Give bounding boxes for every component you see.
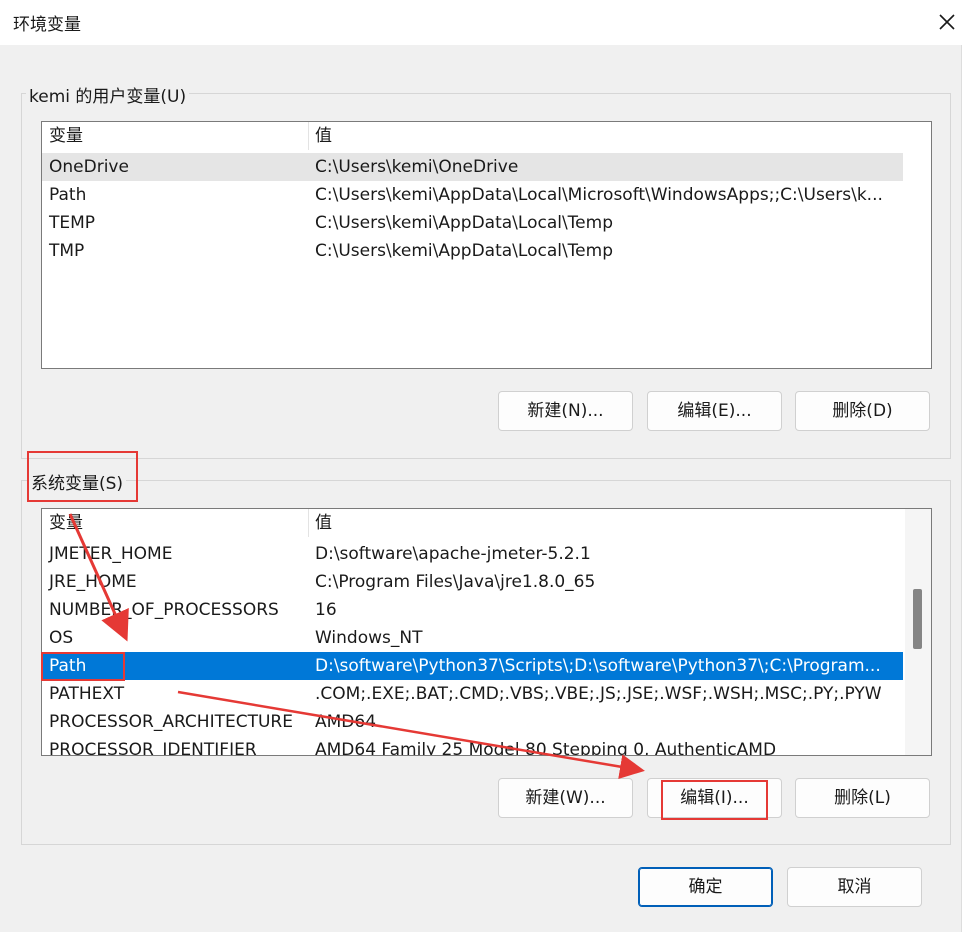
user-edit-button[interactable]: 编辑(E)... xyxy=(647,391,782,431)
user-delete-button[interactable]: 删除(D) xyxy=(795,391,930,431)
var-name: OS xyxy=(49,628,74,648)
title-bar: 环境变量 xyxy=(0,0,972,45)
table-row[interactable]: NUMBER_OF_PROCESSORS 16 xyxy=(42,596,903,624)
user-vars-group-label: kemi 的用户变量(U) xyxy=(26,82,190,107)
column-separator[interactable] xyxy=(308,122,309,150)
var-value: C:\Users\kemi\AppData\Local\Temp xyxy=(315,213,613,233)
table-row[interactable]: PROCESSOR_ARCHITECTURE AMD64 xyxy=(42,708,903,736)
user-vars-list-header: 变量 值 xyxy=(42,122,903,150)
var-value: 16 xyxy=(315,600,337,620)
ok-button[interactable]: 确定 xyxy=(638,867,773,907)
column-header-variable[interactable]: 变量 xyxy=(49,509,83,537)
table-row[interactable]: PATHEXT .COM;.EXE;.BAT;.CMD;.VBS;.VBE;.J… xyxy=(42,680,903,708)
system-vars-list-header: 变量 值 xyxy=(42,509,903,537)
window-edge xyxy=(961,45,972,932)
column-separator[interactable] xyxy=(308,509,309,537)
table-row[interactable]: Path C:\Users\kemi\AppData\Local\Microso… xyxy=(42,181,903,209)
system-vars-list[interactable]: 变量 值 JMETER_HOME D:\software\apache-jmet… xyxy=(41,508,932,756)
var-value: .COM;.EXE;.BAT;.CMD;.VBS;.VBE;.JS;.JSE;.… xyxy=(315,684,882,704)
var-value: C:\Users\kemi\AppData\Local\Microsoft\Wi… xyxy=(315,185,883,205)
table-row[interactable]: OS Windows_NT xyxy=(42,624,903,652)
close-button[interactable] xyxy=(934,9,960,35)
column-header-variable[interactable]: 变量 xyxy=(49,122,83,150)
system-vars-group-label: 系统变量(S) xyxy=(28,469,127,494)
table-row[interactable]: JRE_HOME C:\Program Files\Java\jre1.8.0_… xyxy=(42,568,903,596)
table-row[interactable]: OneDrive C:\Users\kemi\OneDrive xyxy=(42,153,903,181)
system-new-button[interactable]: 新建(W)... xyxy=(498,778,633,818)
var-name: JMETER_HOME xyxy=(49,544,173,564)
scrollbar-thumb[interactable] xyxy=(913,589,922,649)
var-name: TEMP xyxy=(49,213,96,233)
table-row[interactable]: TEMP C:\Users\kemi\AppData\Local\Temp xyxy=(42,209,903,237)
table-row[interactable]: PROCESSOR_IDENTIFIER AMD64 Family 25 Mod… xyxy=(42,736,903,756)
column-header-value[interactable]: 值 xyxy=(315,509,332,537)
var-value: C:\Users\kemi\AppData\Local\Temp xyxy=(315,241,613,261)
var-name: Path xyxy=(49,185,87,205)
window-title: 环境变量 xyxy=(13,15,81,35)
table-row[interactable]: TMP C:\Users\kemi\AppData\Local\Temp xyxy=(42,237,903,265)
var-value: D:\software\apache-jmeter-5.2.1 xyxy=(315,544,591,564)
user-vars-list[interactable]: 变量 值 OneDrive C:\Users\kemi\OneDrive Pat… xyxy=(41,121,932,369)
var-name: PROCESSOR_ARCHITECTURE xyxy=(49,712,293,732)
system-delete-button[interactable]: 删除(L) xyxy=(795,778,930,818)
table-row-selected[interactable]: Path D:\software\Python37\Scripts\;D:\so… xyxy=(42,652,903,680)
var-name: JRE_HOME xyxy=(49,572,137,592)
var-value: Windows_NT xyxy=(315,628,423,648)
var-name: NUMBER_OF_PROCESSORS xyxy=(49,600,279,620)
var-value: AMD64 Family 25 Model 80 Stepping 0, Aut… xyxy=(315,740,777,756)
close-icon xyxy=(939,14,955,30)
var-value: AMD64 xyxy=(315,712,377,732)
table-row[interactable]: JMETER_HOME D:\software\apache-jmeter-5.… xyxy=(42,540,903,568)
var-value: C:\Users\kemi\OneDrive xyxy=(315,157,519,177)
cancel-button[interactable]: 取消 xyxy=(787,867,922,907)
var-value: C:\Program Files\Java\jre1.8.0_65 xyxy=(315,572,596,592)
system-edit-button[interactable]: 编辑(I)... xyxy=(647,778,782,818)
vertical-scrollbar[interactable] xyxy=(905,509,931,755)
var-name: PATHEXT xyxy=(49,684,125,704)
column-header-value[interactable]: 值 xyxy=(315,122,332,150)
var-value: D:\software\Python37\Scripts\;D:\softwar… xyxy=(315,656,881,676)
var-name: OneDrive xyxy=(49,157,129,177)
var-name: TMP xyxy=(49,241,85,261)
var-name: Path xyxy=(49,656,87,676)
var-name: PROCESSOR_IDENTIFIER xyxy=(49,740,257,756)
user-new-button[interactable]: 新建(N)... xyxy=(498,391,633,431)
